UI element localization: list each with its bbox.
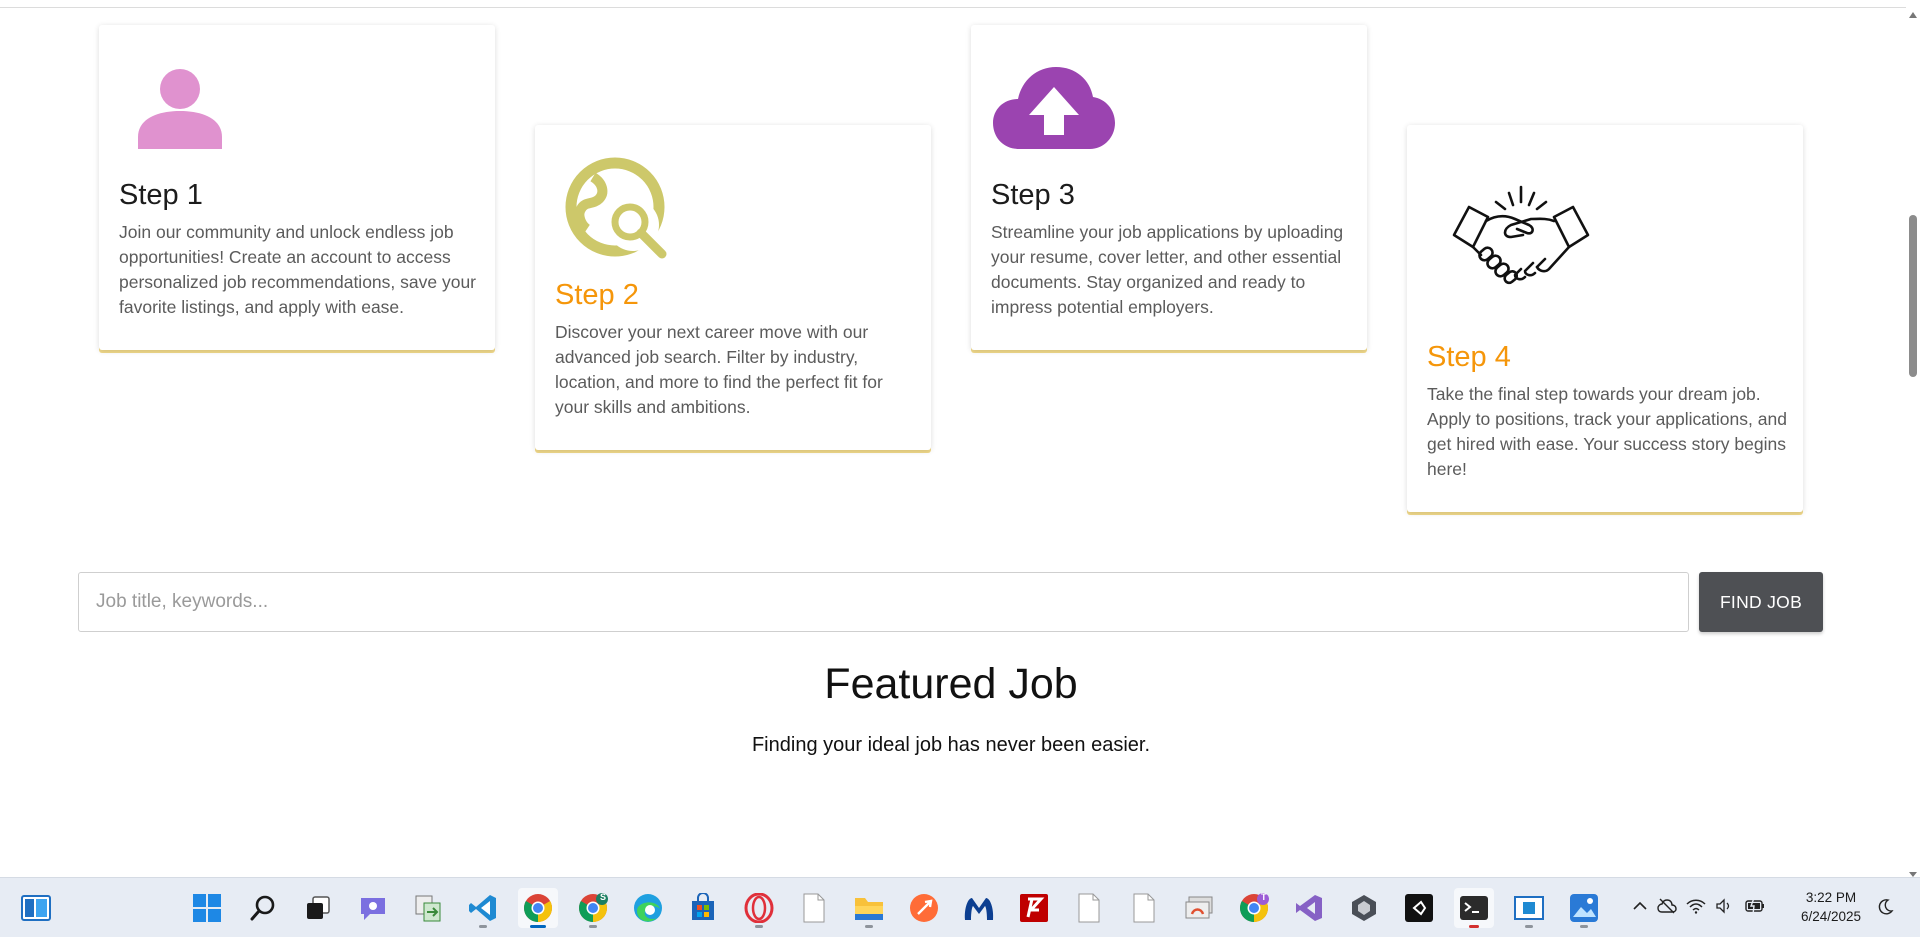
profile-badge-letter: T xyxy=(1261,892,1267,902)
file-transfer-icon[interactable] xyxy=(408,888,448,928)
postman-icon[interactable] xyxy=(904,888,944,928)
terminal-icon[interactable] xyxy=(1454,888,1494,928)
top-divider xyxy=(0,7,1906,8)
chat-icon[interactable] xyxy=(353,888,393,928)
step-card-4: Step 4 Take the final step towards your … xyxy=(1407,125,1803,512)
step-description: Take the final step towards your dream j… xyxy=(1427,384,1787,479)
running-indicator xyxy=(1580,925,1588,928)
file-icon[interactable] xyxy=(794,888,834,928)
running-indicator xyxy=(755,925,763,928)
clock-date: 6/24/2025 xyxy=(1800,909,1862,924)
task-view-icon[interactable] xyxy=(298,888,338,928)
chevron-up-icon[interactable] xyxy=(1632,898,1648,919)
malwarebytes-icon[interactable] xyxy=(959,888,999,928)
vscode-icon[interactable] xyxy=(463,888,503,928)
notification-moon-icon[interactable] xyxy=(1876,898,1894,921)
chrome-alt-icon[interactable]: T xyxy=(1234,888,1274,928)
file-icon[interactable] xyxy=(1069,888,1109,928)
taskbar-clock[interactable]: 3:22 PM 6/24/2025 xyxy=(1792,888,1870,926)
step-card-3: Step 3 Streamline your job applications … xyxy=(971,25,1367,350)
file-icon[interactable] xyxy=(1124,888,1164,928)
unity-icon[interactable] xyxy=(1344,888,1384,928)
profile-badge-letter: S xyxy=(600,892,607,902)
wifi-icon[interactable] xyxy=(1686,898,1706,919)
step-description: Streamline your job applications by uplo… xyxy=(991,222,1344,317)
featured-job-heading: Featured Job xyxy=(824,660,1078,708)
step-title: Step 4 xyxy=(1427,341,1511,373)
find-job-button[interactable]: FIND JOB xyxy=(1699,572,1823,632)
battery-charging-icon[interactable] xyxy=(1744,897,1766,919)
unity-hub-icon[interactable] xyxy=(1399,888,1439,928)
photos-icon[interactable] xyxy=(1564,888,1604,928)
start-icon[interactable] xyxy=(187,888,227,928)
step-card-1: Step 1 Join our community and unlock end… xyxy=(99,25,495,350)
step-title: Step 2 xyxy=(555,279,639,311)
chrome-icon[interactable] xyxy=(518,888,558,928)
featured-job-subtitle: Finding your ideal job has never been ea… xyxy=(751,734,1151,756)
running-indicator xyxy=(479,925,487,928)
file-explorer-icon[interactable] xyxy=(849,888,889,928)
step-description: Join our community and unlock endless jo… xyxy=(119,222,476,317)
remote-desktop-icon[interactable] xyxy=(1179,888,1219,928)
windows-taskbar: S T xyxy=(0,877,1920,937)
chrome-profile-icon[interactable]: S xyxy=(573,888,613,928)
filezilla-icon[interactable] xyxy=(1014,888,1054,928)
active-indicator xyxy=(530,925,546,928)
widgets-icon[interactable] xyxy=(16,888,56,928)
step-card-2: Step 2 Discover your next career move wi… xyxy=(535,125,931,450)
cloud-offline-icon[interactable] xyxy=(1657,898,1677,919)
visual-studio-icon[interactable] xyxy=(1289,888,1329,928)
job-search-input[interactable] xyxy=(78,572,1689,632)
system-tray xyxy=(1632,888,1782,928)
step-title: Step 3 xyxy=(991,179,1075,211)
volume-icon[interactable] xyxy=(1715,897,1735,919)
user-icon xyxy=(137,65,223,156)
store-icon[interactable] xyxy=(683,888,723,928)
edge-icon[interactable] xyxy=(628,888,668,928)
step-title: Step 1 xyxy=(119,179,203,211)
step-description: Discover your next career move with our … xyxy=(555,322,883,417)
running-indicator xyxy=(1525,925,1533,928)
globe-search-icon xyxy=(563,155,673,270)
sandbox-icon[interactable] xyxy=(1509,888,1549,928)
handshake-icon xyxy=(1451,185,1591,296)
scrollbar-thumb[interactable] xyxy=(1909,215,1917,377)
attention-indicator xyxy=(1469,925,1479,928)
clock-time: 3:22 PM xyxy=(1805,890,1857,905)
vertical-scrollbar[interactable] xyxy=(1906,0,1920,877)
scroll-up-arrow-icon[interactable] xyxy=(1909,12,1917,18)
running-indicator xyxy=(865,925,873,928)
search-icon[interactable] xyxy=(243,888,283,928)
running-indicator xyxy=(589,925,597,928)
cloud-upload-icon xyxy=(991,65,1117,156)
opera-icon[interactable] xyxy=(739,888,779,928)
browser-viewport: Step 1 Join our community and unlock end… xyxy=(0,0,1906,877)
